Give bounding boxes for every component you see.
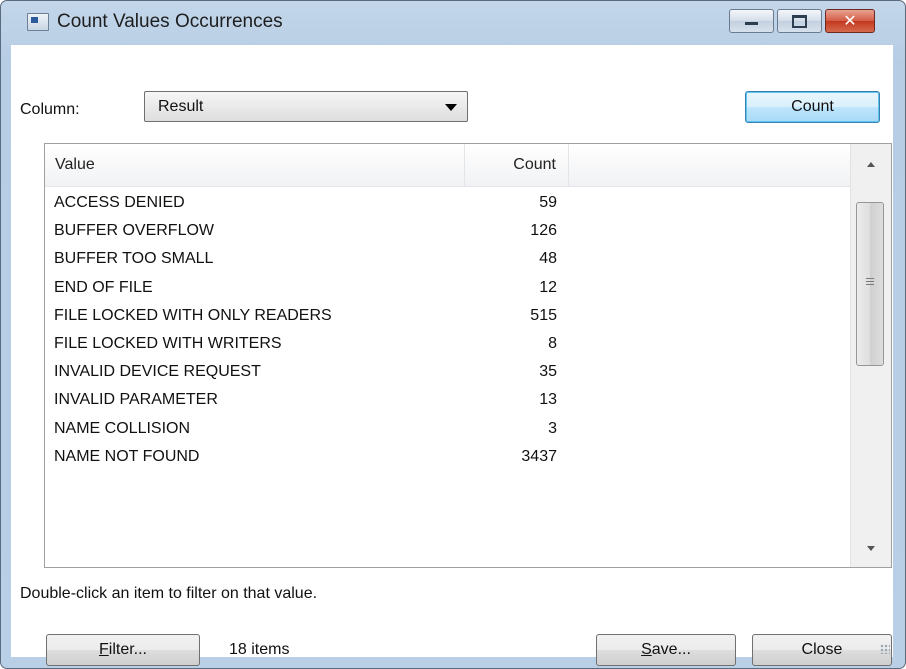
save-label: ave...: [651, 641, 691, 658]
close-button[interactable]: Close: [752, 634, 892, 666]
item-count: 515: [530, 306, 557, 324]
item-count: 59: [539, 194, 557, 211]
list-item[interactable]: INVALID DEVICE REQUEST 35: [45, 359, 851, 387]
item-count: 12: [539, 278, 557, 296]
item-value: ACCESS DENIED: [54, 194, 185, 211]
list-item[interactable]: BUFFER TOO SMALL 48: [45, 246, 851, 274]
minimize-button[interactable]: [729, 9, 774, 33]
list-item[interactable]: BUFFER OVERFLOW 126: [45, 218, 851, 246]
item-value: INVALID PARAMETER: [54, 391, 218, 409]
resize-grip-icon[interactable]: [880, 644, 890, 654]
item-count: 8: [548, 334, 557, 352]
filter-mnemonic: F: [98, 641, 109, 658]
item-value: BUFFER OVERFLOW: [54, 222, 215, 240]
window-title: Count Values Occurrences: [57, 11, 283, 32]
item-count: 35: [539, 363, 557, 381]
list-item[interactable]: END OF FILE 12: [45, 275, 851, 303]
scrollbar-thumb[interactable]: [856, 202, 884, 366]
dialog-body: Column: Result Count Value Count ACCESS …: [11, 45, 893, 666]
scroll-up-arrow-icon[interactable]: [867, 162, 875, 167]
scroll-down-arrow-icon[interactable]: [867, 546, 875, 551]
list-header: Value Count: [45, 144, 851, 187]
maximize-icon: [792, 15, 807, 28]
column-header-value[interactable]: Value: [45, 144, 465, 186]
column-label: Column:: [20, 101, 80, 118]
item-count: 3: [548, 419, 557, 437]
item-count: 126: [530, 222, 557, 240]
list-item[interactable]: INVALID PARAMETER 13: [45, 387, 851, 415]
item-value: FILE LOCKED WITH ONLY READERS: [54, 306, 332, 324]
list-item[interactable]: ACCESS DENIED 59: [45, 190, 851, 218]
list-item[interactable]: FILE LOCKED WITH ONLY READERS 515: [45, 303, 851, 331]
save-button[interactable]: Save...: [596, 634, 736, 666]
chevron-down-icon: [445, 104, 457, 111]
list-item[interactable]: NAME NOT FOUND 3437: [45, 444, 851, 472]
grip-icon: [866, 278, 874, 279]
column-header-count[interactable]: Count: [465, 144, 569, 186]
maximize-button[interactable]: [777, 9, 822, 33]
item-count: 18 items: [229, 641, 290, 658]
filter-label: ilter...: [108, 641, 147, 658]
hint-text: Double-click an item to filter on that v…: [20, 585, 318, 602]
item-count: 3437: [521, 447, 557, 465]
item-value: NAME NOT FOUND: [54, 447, 200, 465]
item-count: 13: [539, 391, 557, 409]
values-list[interactable]: Value Count ACCESS DENIED 59 BUFFER OVERF…: [44, 143, 892, 568]
count-button[interactable]: Count: [745, 91, 880, 123]
list-rows: ACCESS DENIED 59 BUFFER OVERFLOW 126 BUFFE…: [45, 190, 851, 472]
window-frame: Count Values Occurrences ✕ Column: Resul…: [0, 0, 906, 669]
minimize-icon: [745, 22, 758, 25]
item-value: FILE LOCKED WITH WRITERS: [54, 334, 282, 352]
item-value: INVALID DEVICE REQUEST: [54, 363, 261, 381]
item-value: BUFFER TOO SMALL: [54, 250, 214, 268]
list-item[interactable]: FILE LOCKED WITH WRITERS 8: [45, 331, 851, 359]
item-value: NAME COLLISION: [54, 419, 191, 437]
close-window-button[interactable]: ✕: [825, 9, 875, 33]
column-dropdown[interactable]: Result: [144, 91, 468, 122]
app-window-icon: [27, 13, 49, 31]
filter-button[interactable]: Filter...: [46, 634, 200, 666]
save-mnemonic: S: [641, 641, 652, 658]
item-count: 48: [539, 250, 557, 268]
close-icon: ✕: [843, 11, 857, 30]
column-dropdown-value: Result: [158, 98, 204, 115]
list-item[interactable]: NAME COLLISION 3: [45, 416, 851, 444]
vertical-scrollbar[interactable]: [850, 144, 891, 567]
item-value: END OF FILE: [54, 278, 153, 296]
title-bar[interactable]: Count Values Occurrences ✕: [1, 1, 905, 45]
